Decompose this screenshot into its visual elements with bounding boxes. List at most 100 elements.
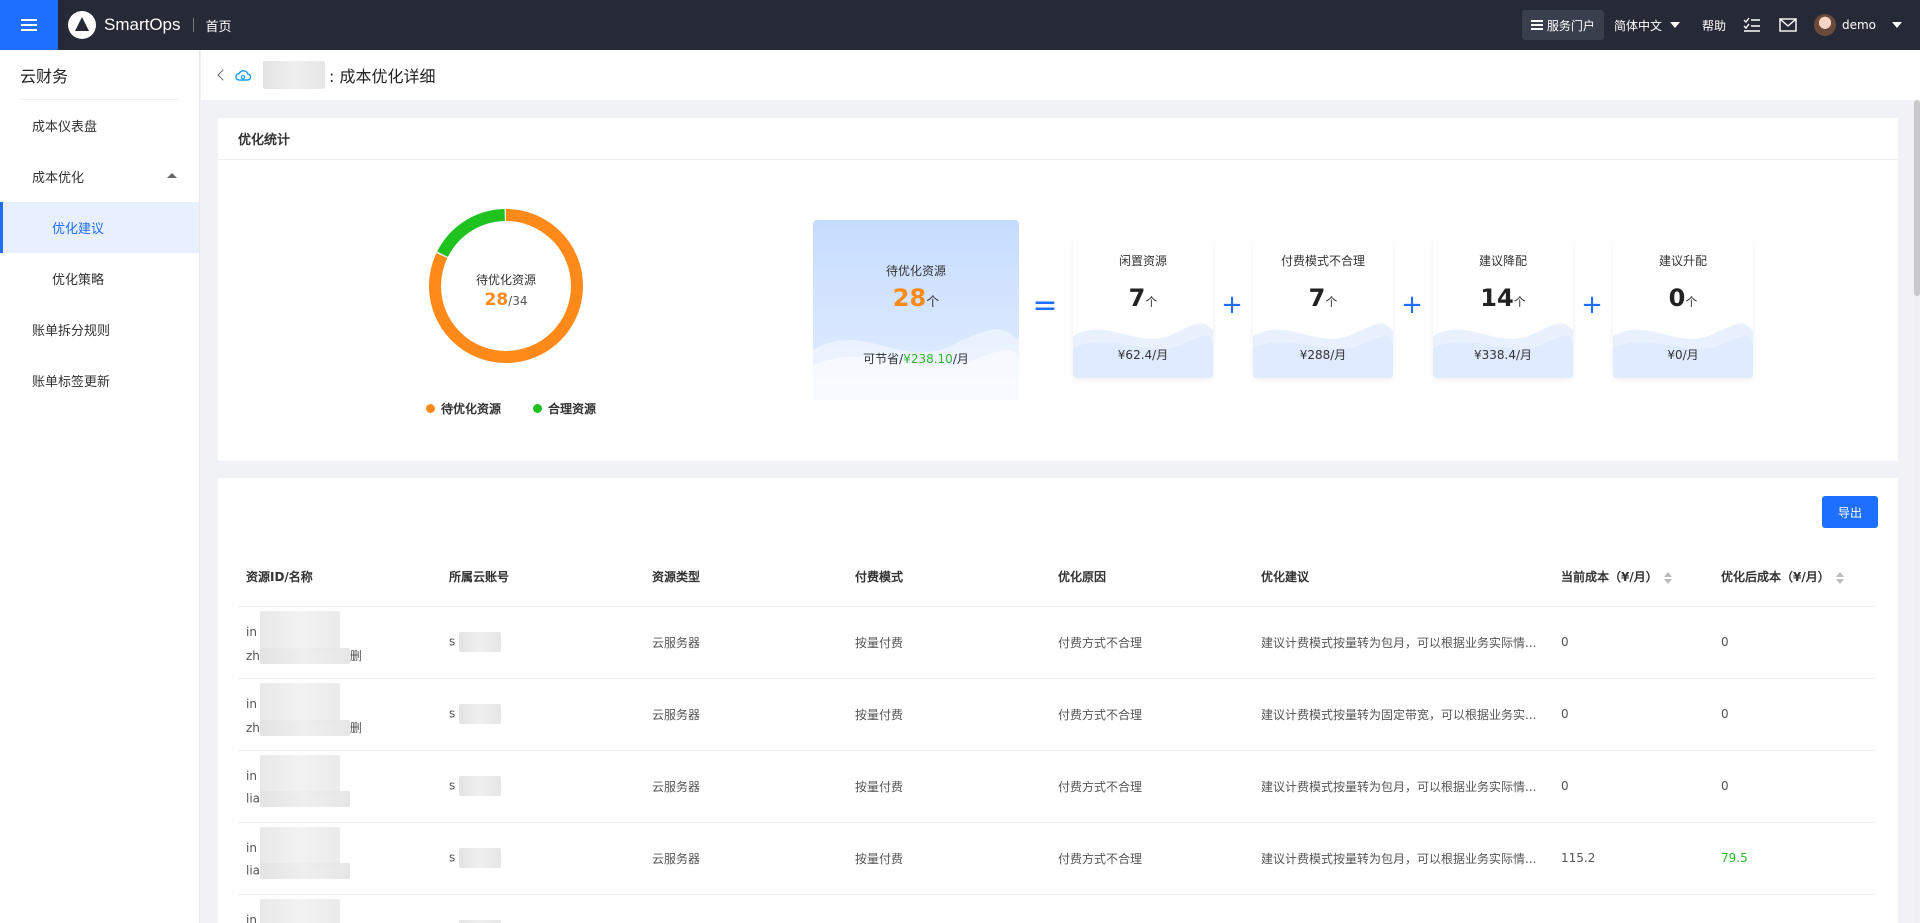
cloud-icon: [235, 70, 251, 81]
unreasonable-billing-stat[interactable]: 付费模式不合理 7个 ¥288/月: [1253, 238, 1393, 378]
optimization-suggestion-cell[interactable]: 建议计费模式按量转为包月，可以根据业务实际情...: [1253, 750, 1553, 823]
sidebar-item-optimization-policy[interactable]: 优化策略: [0, 253, 199, 304]
chevron-up-icon: [167, 173, 177, 178]
export-button[interactable]: 导出: [1822, 496, 1878, 528]
legend-pending[interactable]: 待优化资源: [426, 400, 501, 417]
total-pending-stat[interactable]: 待优化资源 28个 可节省/¥238.10/月: [813, 220, 1019, 400]
table-row[interactable]: in zh 删 s 云服务器 按量付费 付费方式不合理 建议计费模式按量转为包月，可以根据业务…: [238, 606, 1876, 679]
current-cost-cell: 115.2: [1553, 822, 1713, 895]
masked-account: [459, 632, 502, 652]
legend-pending-swatch: [426, 404, 435, 413]
home-link[interactable]: 首页: [206, 16, 232, 35]
suggest-upgrade-stat[interactable]: 建议升配 0个 ¥0/月: [1613, 238, 1753, 378]
resource-type-cell: 云服务器: [644, 606, 847, 679]
stat-unit: 个: [1513, 295, 1526, 309]
table-row[interactable]: in lia s 云服务器 按量付费 付费方式不合理 建议计费模式按量转为包月，可以根据业务…: [238, 750, 1876, 823]
help-link[interactable]: 帮助: [1702, 17, 1726, 34]
avatar[interactable]: [1813, 14, 1836, 36]
legend-reasonable[interactable]: 合理资源: [532, 400, 596, 417]
column-header: 优化原因: [1050, 548, 1253, 607]
sort-icon[interactable]: [1663, 571, 1672, 584]
table-row[interactable]: in s云服务器按量付费付费方式不合理建议计费模式按量转为固定带宽，可以根据业务实…: [238, 894, 1876, 923]
resource-id-cell[interactable]: in lia: [238, 750, 441, 823]
page-scrollbar-thumb[interactable]: [1914, 100, 1920, 296]
logo[interactable]: SmartOps: [68, 11, 181, 39]
table-row[interactable]: in zh 删 s 云服务器 按量付费 付费方式不合理 建议计费模式按量转为固定带宽，可以根据…: [238, 678, 1876, 751]
sidebar-item-bill-split-rules[interactable]: 账单拆分规则: [0, 304, 199, 355]
mail-icon[interactable]: [1778, 15, 1798, 35]
billing-mode-cell: 按量付费: [847, 678, 1050, 751]
hamburger-icon: [21, 24, 37, 26]
table-row[interactable]: in lia s 云服务器 按量付费 付费方式不合理 建议计费模式按量转为包月，可以根据业务…: [238, 822, 1876, 895]
optimization-suggestion-cell[interactable]: 建议计费模式按量转为固定带宽，可以根据业务实...: [1253, 678, 1553, 751]
resource-type-cell: 云服务器: [644, 822, 847, 895]
sidebar-item-cost-optimization[interactable]: 成本优化: [0, 151, 199, 202]
account-cell: s: [441, 894, 644, 923]
column-header: 资源ID/名称: [238, 548, 441, 607]
optimization-suggestion-cell[interactable]: 建议计费模式按量转为包月，可以根据业务实际情...: [1253, 822, 1553, 895]
resource-id-cell[interactable]: in zh 删: [238, 606, 441, 679]
account-prefix: s: [449, 706, 456, 721]
resource-id-cell[interactable]: in: [238, 894, 441, 923]
checklist-icon[interactable]: [1742, 15, 1762, 35]
sidebar-item-optimization-suggestions[interactable]: 优化建议: [0, 202, 199, 253]
donut-total: /34: [508, 294, 528, 308]
column-header-label: 优化原因: [1058, 570, 1107, 585]
stats-section-title: 优化统计: [218, 118, 1898, 160]
stat-count: 14: [1480, 284, 1514, 312]
menu-toggle-button[interactable]: [0, 0, 58, 50]
sidebar-item-cost-dashboard[interactable]: 成本仪表盘: [0, 100, 199, 151]
account-prefix: s: [449, 778, 456, 793]
account-prefix: s: [449, 634, 456, 649]
resource-id: in: [246, 696, 257, 711]
stat-value: 7个: [1073, 284, 1213, 312]
stat-cost: ¥0/月: [1667, 348, 1699, 362]
column-header-label: 优化后成本（¥/月）: [1721, 570, 1830, 585]
optimized-cost-cell: 79.5: [1713, 822, 1876, 895]
language-selector[interactable]: 简体中文: [1614, 17, 1680, 34]
equals-sign: =: [1032, 288, 1058, 323]
total-pending-label: 待优化资源: [885, 264, 946, 278]
column-header-label: 付费模式: [855, 570, 904, 585]
service-portal-button[interactable]: 服务门户: [1521, 10, 1604, 40]
masked-resource-id: [260, 898, 340, 923]
page-title: : 成本优化详细: [329, 67, 436, 86]
stat-unit: 个: [1145, 295, 1158, 309]
resource-name-prefix: zh: [246, 648, 260, 663]
current-cost-cell: 0: [1553, 750, 1713, 823]
column-header-sortable[interactable]: 当前成本（¥/月）: [1553, 548, 1713, 607]
user-chevron-down-icon[interactable]: [1892, 22, 1902, 28]
idle-resources-stat[interactable]: 闲置资源 7个 ¥62.4/月: [1073, 238, 1213, 378]
sidebar-item-bill-tag-update[interactable]: 账单标签更新: [0, 355, 199, 406]
resource-id: in: [246, 840, 257, 855]
stat-label: 建议降配: [1478, 254, 1527, 268]
optimization-suggestion-cell[interactable]: 建议计费模式按量转为包月，可以根据业务实际情...: [1253, 606, 1553, 679]
sort-icon[interactable]: [1835, 571, 1844, 584]
stat-label: 建议升配: [1658, 254, 1707, 268]
saving-amount: 可节省/¥238.10/月: [813, 350, 1019, 367]
back-chevron-icon[interactable]: [217, 69, 229, 81]
column-header-sortable[interactable]: 优化后成本（¥/月）: [1713, 548, 1876, 607]
resource-name-prefix: lia: [246, 863, 261, 877]
plus-sign: +: [1401, 290, 1423, 320]
masked-account: [459, 776, 502, 796]
donut-legend: 待优化资源 合理资源: [426, 400, 596, 417]
optimization-suggestion-cell[interactable]: 建议计费模式按量转为固定带宽，可以根据业务实...: [1253, 894, 1553, 923]
current-cost-cell: 0: [1553, 894, 1713, 923]
column-header-label: 资源ID/名称: [246, 570, 313, 585]
suggest-downgrade-stat[interactable]: 建议降配 14个 ¥338.4/月: [1433, 238, 1573, 378]
resource-id-cell[interactable]: in lia: [238, 822, 441, 895]
resource-name-tail: 删: [349, 648, 362, 663]
resource-id-cell[interactable]: in zh 删: [238, 678, 441, 751]
optimization-reason-cell: 付费方式不合理: [1050, 822, 1253, 895]
masked-account: [459, 848, 502, 868]
divider: [192, 18, 194, 32]
optimization-reason-cell: 付费方式不合理: [1050, 678, 1253, 751]
masked-account-name: [263, 61, 325, 89]
smartops-logo-icon: [68, 11, 96, 39]
sidebar: 云财务 成本仪表盘 成本优化 优化建议 优化策略 账单拆分规则 账单标签更新: [0, 50, 200, 923]
optimization-stats-card: 优化统计 待优化资源 28/34 待优化资源 合理资源 待优化资源 28个 可节…: [218, 118, 1898, 461]
user-name[interactable]: demo: [1842, 18, 1876, 32]
stat-label: 付费模式不合理: [1280, 254, 1365, 268]
billing-mode-cell: 按量付费: [847, 822, 1050, 895]
